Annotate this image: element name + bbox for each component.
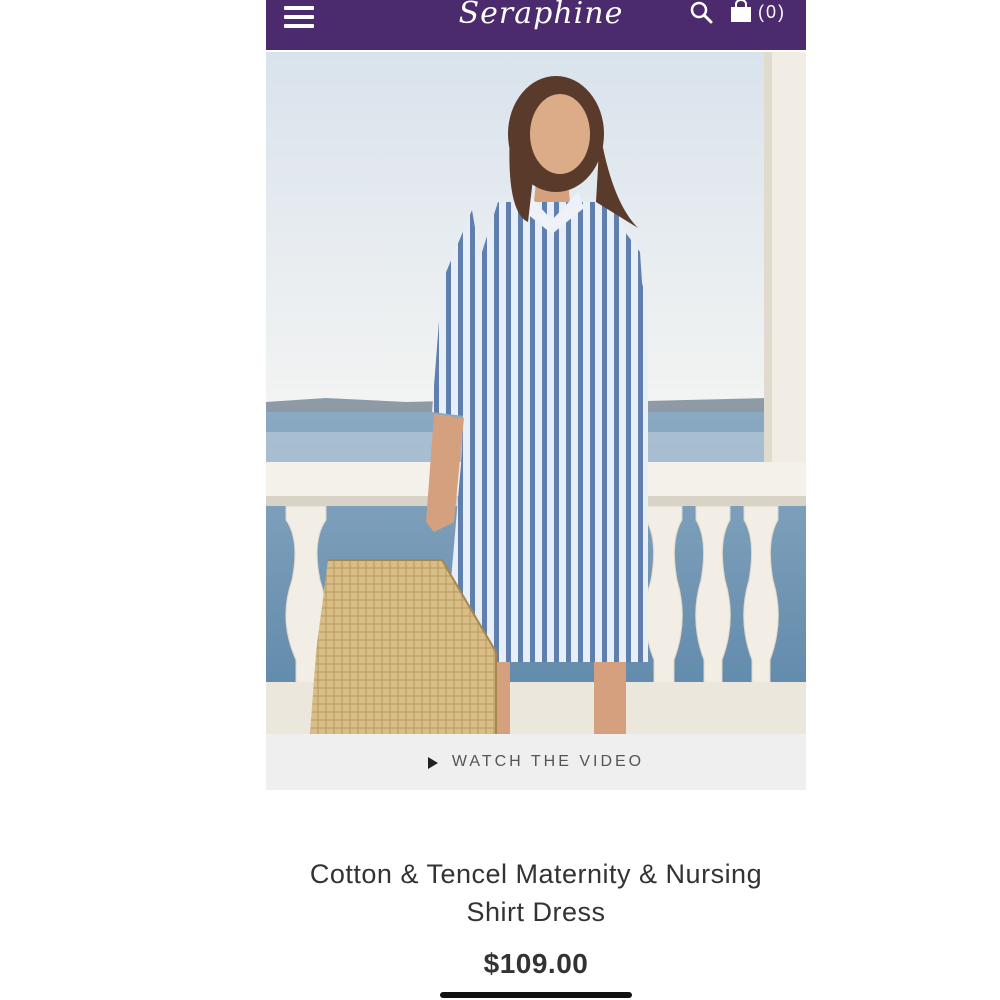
home-indicator[interactable] xyxy=(440,992,632,998)
watch-video-label: WATCH THE VIDEO xyxy=(451,753,645,770)
play-icon xyxy=(427,756,438,769)
watch-video-button[interactable]: WATCH THE VIDEO xyxy=(266,734,806,790)
product-title: Cotton & Tencel Maternity & Nursing Shir… xyxy=(266,855,806,931)
product-title-line1: Cotton & Tencel Maternity & Nursing xyxy=(309,859,763,889)
product-page: Seraphine (0) WATCH THE VIDEO Cotton & T… xyxy=(266,0,806,1000)
site-header: Seraphine (0) xyxy=(266,0,806,50)
product-image[interactable] xyxy=(266,52,806,734)
shopping-bag-button[interactable]: (0) xyxy=(728,0,798,26)
bag-count: (0) xyxy=(758,2,786,22)
shopping-bag-icon xyxy=(731,0,751,22)
brand-logo[interactable]: Seraphine xyxy=(441,0,641,29)
search-icon[interactable] xyxy=(688,0,714,26)
hamburger-menu-icon[interactable] xyxy=(282,4,316,30)
product-price: $109.00 xyxy=(483,948,589,979)
product-title-line2: Shirt Dress xyxy=(466,897,606,927)
